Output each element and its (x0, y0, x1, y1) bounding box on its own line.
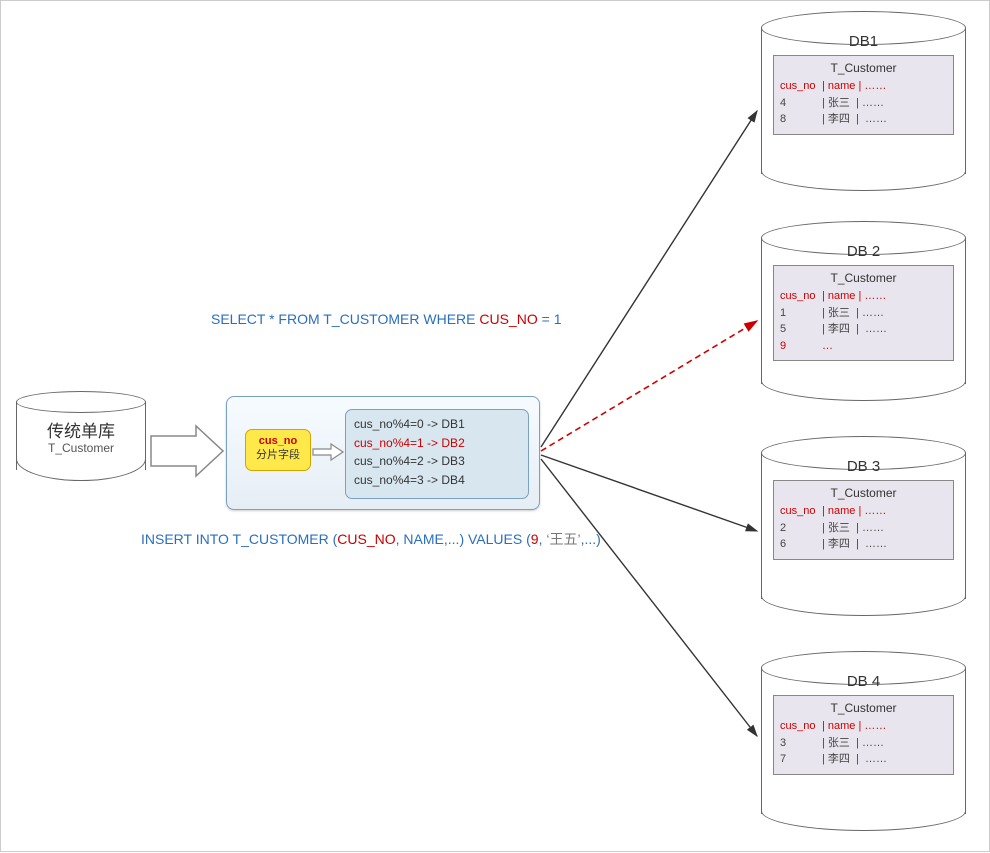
arrow-to-db1 (541, 111, 757, 447)
shard-key: cus_no (259, 435, 298, 447)
db1-title: DB1 (761, 33, 966, 50)
db2-table: T_Customer cus_no| name | …… 1| 张三 | …… … (773, 265, 954, 361)
rule-0: cus_no%4=0 -> DB1 (354, 415, 520, 434)
shard-key-sub: 分片字段 (256, 449, 300, 461)
target-db3: DB 3 T_Customer cus_no| name | …… 2| 张三 … (761, 436, 966, 616)
arrow-to-db2 (541, 321, 757, 451)
sql-insert: INSERT INTO T_CUSTOMER (CUS_NO, NAME,...… (141, 529, 601, 549)
db3-title: DB 3 (761, 458, 966, 475)
rule-3: cus_no%4=3 -> DB4 (354, 471, 520, 490)
db2-title: DB 2 (761, 243, 966, 260)
shard-rules: cus_no%4=0 -> DB1 cus_no%4=1 -> DB2 cus_… (345, 409, 529, 499)
shard-router-box: cus_no 分片字段 cus_no%4=0 -> DB1 cus_no%4=1… (226, 396, 540, 510)
target-db2: DB 2 T_Customer cus_no| name | …… 1| 张三 … (761, 221, 966, 401)
db3-table: T_Customer cus_no| name | …… 2| 张三 | …… … (773, 480, 954, 560)
target-db4: DB 4 T_Customer cus_no| name | …… 3| 张三 … (761, 651, 966, 831)
db4-table: T_Customer cus_no| name | …… 3| 张三 | …… … (773, 695, 954, 775)
shard-key-badge: cus_no 分片字段 (245, 429, 311, 471)
source-database: 传统单库 T_Customer (16, 391, 146, 481)
source-db-title: 传统单库 (16, 417, 146, 442)
arrow-to-db4 (541, 459, 757, 736)
arrow-to-db3 (541, 455, 757, 531)
rule-1: cus_no%4=1 -> DB2 (354, 434, 520, 453)
diagram-canvas: 传统单库 T_Customer cus_no 分片字段 cus_no%4=0 -… (0, 0, 990, 852)
source-db-table: T_Customer (16, 441, 146, 455)
db4-title: DB 4 (761, 673, 966, 690)
sql-select: SELECT * FROM T_CUSTOMER WHERE CUS_NO = … (211, 311, 561, 327)
db1-table: T_Customer cus_no| name | …… 4| 张三 | …… … (773, 55, 954, 135)
target-db1: DB1 T_Customer cus_no| name | …… 4| 张三 |… (761, 11, 966, 191)
arrow-source-to-router (151, 426, 223, 476)
rule-2: cus_no%4=2 -> DB3 (354, 452, 520, 471)
